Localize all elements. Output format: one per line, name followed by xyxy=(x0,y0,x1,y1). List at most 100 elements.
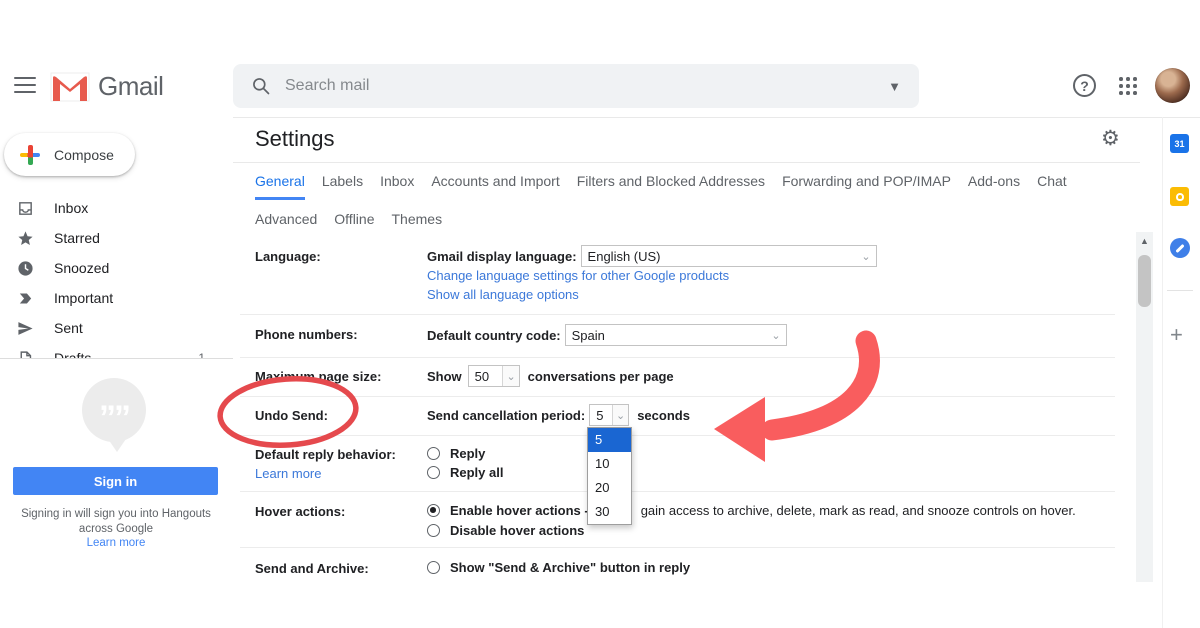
display-language-select[interactable]: English (US) ⌄ xyxy=(581,245,877,267)
account-avatar[interactable] xyxy=(1155,68,1190,103)
sidebar-nav: Inbox Starred Snoozed Important Sent Dra… xyxy=(0,192,233,358)
tab-filters-and-blocked-addresses[interactable]: Filters and Blocked Addresses xyxy=(577,173,765,200)
calendar-icon[interactable]: 31 xyxy=(1170,134,1189,153)
tab-offline[interactable]: Offline xyxy=(334,211,374,235)
phone-numbers-row-label: Phone numbers: xyxy=(255,327,420,342)
language-row-label: Language: xyxy=(255,249,420,264)
reply-all-option-row: Reply all xyxy=(427,465,503,480)
tab-inbox[interactable]: Inbox xyxy=(380,173,414,200)
dropdown-option-10[interactable]: 10 xyxy=(588,452,631,476)
chevron-down-icon: ⌄ xyxy=(612,405,628,425)
row-divider xyxy=(240,396,1115,397)
settings-tabs-row-1: General Labels Inbox Accounts and Import… xyxy=(255,173,1067,200)
settings-tabs-row-2: Advanced Offline Themes xyxy=(255,211,442,235)
enable-hover-radio[interactable] xyxy=(427,504,440,517)
row-divider xyxy=(240,547,1115,548)
reply-radio[interactable] xyxy=(427,447,440,460)
clock-icon xyxy=(17,260,34,277)
send-archive-row-label: Send and Archive: xyxy=(255,561,420,576)
scroll-up-arrow-icon[interactable]: ▲ xyxy=(1136,236,1153,246)
cancellation-period-dropdown: 5 10 20 30 xyxy=(587,427,632,525)
settings-gear-icon[interactable]: ⚙ xyxy=(1101,126,1120,151)
help-icon[interactable]: ? xyxy=(1073,74,1096,97)
scrollbar-track[interactable]: ▲ xyxy=(1136,232,1153,582)
cancellation-period-select[interactable]: 5 ⌄ xyxy=(589,404,629,426)
sidebar-item-starred[interactable]: Starred xyxy=(0,223,233,253)
header-divider xyxy=(233,117,1200,118)
sidebar-item-label: Drafts xyxy=(54,350,91,358)
important-icon xyxy=(17,290,34,307)
tasks-icon[interactable] xyxy=(1170,238,1190,258)
show-language-options-link-row: Show all language options xyxy=(427,287,579,302)
scrollbar-thumb[interactable] xyxy=(1138,255,1151,307)
sidebar-item-label: Snoozed xyxy=(54,260,109,276)
gmail-logo: Gmail xyxy=(50,71,163,102)
gmail-envelope-icon xyxy=(50,72,90,102)
tab-forwarding-and-pop-imap[interactable]: Forwarding and POP/IMAP xyxy=(782,173,951,200)
sidebar-item-drafts[interactable]: Drafts 1 xyxy=(0,343,233,358)
sidebar-item-label: Important xyxy=(54,290,113,306)
compose-button[interactable]: Compose xyxy=(4,133,135,176)
disable-hover-label: Disable hover actions xyxy=(450,523,584,538)
sidebar-divider xyxy=(0,358,233,359)
main-menu-icon[interactable] xyxy=(14,77,36,93)
tab-labels[interactable]: Labels xyxy=(322,173,363,200)
max-page-size-control: Show 50 ⌄ conversations per page xyxy=(427,365,674,387)
tab-chat[interactable]: Chat xyxy=(1037,173,1067,200)
sign-in-button[interactable]: Sign in xyxy=(13,467,218,495)
reply-all-radio[interactable] xyxy=(427,466,440,479)
sidebar-item-label: Sent xyxy=(54,320,83,336)
sidebar-item-label: Inbox xyxy=(54,200,88,216)
tab-accounts-and-import[interactable]: Accounts and Import xyxy=(431,173,559,200)
add-addon-plus-icon[interactable]: + xyxy=(1170,322,1183,348)
show-label: Show xyxy=(427,369,462,384)
tab-themes[interactable]: Themes xyxy=(392,211,443,235)
phone-numbers-control: Default country code: Spain ⌄ xyxy=(427,324,787,346)
sidebar-item-snoozed[interactable]: Snoozed xyxy=(0,253,233,283)
title-divider xyxy=(233,162,1140,163)
chevron-down-icon: ⌄ xyxy=(502,366,518,386)
sidebar-item-label: Starred xyxy=(54,230,100,246)
send-archive-radio[interactable] xyxy=(427,561,440,574)
chevron-down-icon: ⌄ xyxy=(861,250,875,263)
search-bar[interactable]: ▼ xyxy=(233,64,919,108)
disable-hover-option-row: Disable hover actions xyxy=(427,523,584,538)
show-all-language-options-link[interactable]: Show all language options xyxy=(427,287,579,302)
sidebar-item-important[interactable]: Important xyxy=(0,283,233,313)
language-control: Gmail display language: English (US) ⌄ xyxy=(427,245,877,267)
default-reply-row-label: Default reply behavior: xyxy=(255,447,420,462)
change-language-settings-link[interactable]: Change language settings for other Googl… xyxy=(427,268,729,283)
enable-hover-label: Enable hover actions - xyxy=(450,503,589,518)
sidebar-item-inbox[interactable]: Inbox xyxy=(0,193,233,223)
conversations-per-page-label: conversations per page xyxy=(528,369,674,384)
sign-in-message: Signing in will sign you into Hangouts a… xyxy=(10,507,222,537)
search-input[interactable] xyxy=(285,77,880,95)
sidebar-item-sent[interactable]: Sent xyxy=(0,313,233,343)
row-divider xyxy=(240,357,1115,358)
default-country-code-label: Default country code: xyxy=(427,328,561,343)
dropdown-option-5[interactable]: 5 xyxy=(588,428,631,452)
drafts-count-badge: 1 xyxy=(198,351,205,358)
reply-option-label: Reply xyxy=(450,446,485,461)
right-rail-divider xyxy=(1162,117,1163,628)
compose-label: Compose xyxy=(54,147,114,163)
undo-send-control: Send cancellation period: 5 ⌄ seconds xyxy=(427,404,690,426)
search-options-caret-icon[interactable]: ▼ xyxy=(888,79,901,94)
change-language-link-row: Change language settings for other Googl… xyxy=(427,268,729,283)
dropdown-option-20[interactable]: 20 xyxy=(588,476,631,500)
country-code-select[interactable]: Spain ⌄ xyxy=(565,324,787,346)
tab-general[interactable]: General xyxy=(255,173,305,200)
disable-hover-radio[interactable] xyxy=(427,524,440,537)
page-size-select[interactable]: 50 ⌄ xyxy=(468,365,520,387)
keep-icon[interactable] xyxy=(1170,187,1189,206)
tab-advanced[interactable]: Advanced xyxy=(255,211,317,235)
compose-plus-icon xyxy=(20,145,40,165)
send-archive-option-label: Show "Send & Archive" button in reply xyxy=(450,560,690,575)
tab-add-ons[interactable]: Add-ons xyxy=(968,173,1020,200)
hangouts-learn-more-link[interactable]: Learn more xyxy=(10,537,222,549)
drafts-icon xyxy=(17,350,34,359)
reply-all-option-label: Reply all xyxy=(450,465,503,480)
reply-learn-more-link[interactable]: Learn more xyxy=(255,466,420,481)
dropdown-option-30[interactable]: 30 xyxy=(588,500,631,524)
google-apps-icon[interactable] xyxy=(1119,77,1137,95)
